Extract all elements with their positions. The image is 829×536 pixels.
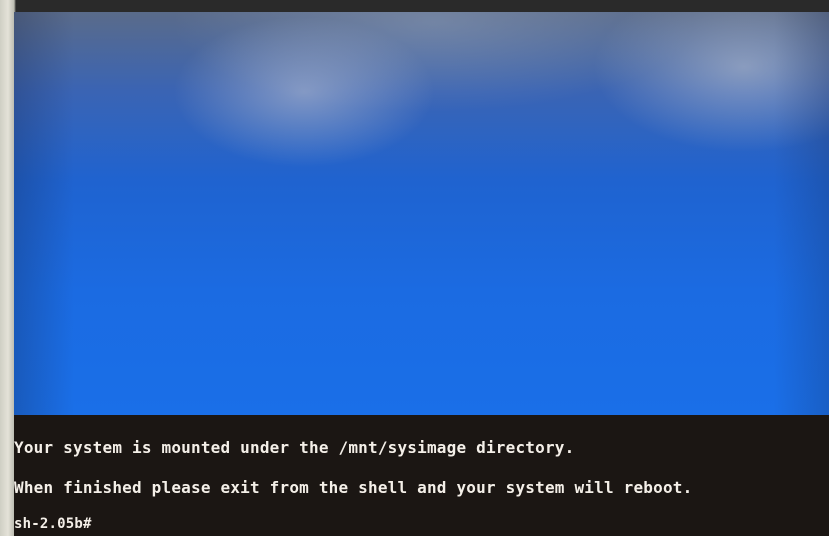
shell-prompt[interactable]: sh-2.05b# [14,514,92,534]
console-message-mounted: Your system is mounted under the /mnt/sy… [14,438,575,457]
desktop-shade [14,12,829,415]
terminal-console[interactable]: Your system is mounted under the /mnt/sy… [14,415,829,536]
desktop-background [14,12,829,415]
console-message-reboot: When finished please exit from the shell… [14,478,693,497]
monitor-screen: Your system is mounted under the /mnt/sy… [14,12,829,536]
